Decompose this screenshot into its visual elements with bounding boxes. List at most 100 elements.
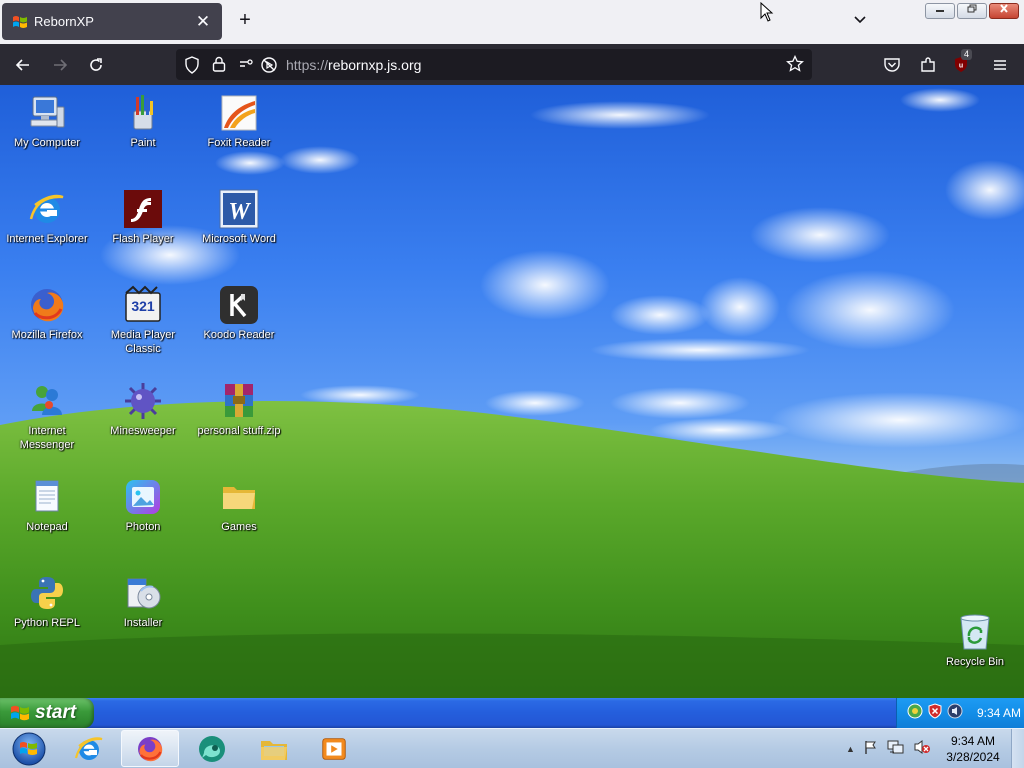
desktop-icon-flash-player[interactable]: Flash Player [100,189,186,246]
computer-icon [27,93,67,133]
tray-volume-icon[interactable] [947,703,963,724]
browser-nav-bar: https://rebornxp.js.org u 4 [0,44,1024,85]
xp-start-button[interactable]: start [0,698,94,728]
forward-button[interactable] [47,52,73,78]
folder-icon [261,740,287,760]
winrar-archive-icon [219,381,259,421]
desktop-icon-media-player-classic[interactable]: 321 Media Player Classic [100,285,186,356]
network-icon[interactable] [887,739,905,760]
desktop-icon-koodo-reader[interactable]: Koodo Reader [196,285,282,342]
browser-tab-bar: RebornXP ✕ + [0,0,1024,44]
lock-icon[interactable] [211,55,227,78]
tray-security-alert-icon[interactable] [927,702,943,724]
windows-logo-icon [12,14,28,30]
window-restore-button[interactable] [957,3,987,19]
url-bar[interactable]: https://rebornxp.js.org [176,49,812,80]
recycle-bin-icon [955,612,995,652]
desktop-icon-photon[interactable]: Photon [100,477,186,534]
win7-start-orb[interactable] [0,730,58,767]
xp-clock[interactable]: 9:34 AM [977,706,1021,720]
desktop-icon-minesweeper[interactable]: Minesweeper [100,381,186,438]
foxit-reader-icon [219,93,259,133]
start-label: start [35,702,77,723]
chat-app-icon [199,735,225,762]
taskbar-internet-explorer[interactable] [60,730,118,767]
taskbar-media-player[interactable] [305,730,363,767]
bookmark-star-icon[interactable] [786,54,804,78]
forward-arrow-icon [54,59,68,71]
win7-taskbar: ▲ 9:34 AM 3/28/2024 [0,728,1024,768]
notepad-icon [27,477,67,517]
desktop-icon-paint[interactable]: Paint [100,93,186,150]
action-center-flag-icon[interactable] [863,739,879,760]
tab-title: RebornXP [34,14,94,29]
tracking-protection-shield-icon[interactable] [184,56,200,79]
installer-icon [123,573,163,613]
pocket-icon [884,58,900,72]
taskbar-app-green[interactable] [183,730,241,767]
mouse-cursor-icon [760,1,774,27]
firefox-icon [27,285,67,325]
ublock-count-badge: 4 [961,49,973,60]
desktop-icon-internet-messenger[interactable]: Internet Messenger [4,381,90,452]
pocket-button[interactable] [879,52,905,78]
flash-player-icon [123,189,163,229]
ublock-origin-button[interactable]: u 4 [950,49,976,78]
app-menu-button[interactable] [987,52,1013,78]
url-text[interactable]: https://rebornxp.js.org [286,57,421,73]
desktop-icon-microsoft-word[interactable]: W Microsoft Word [196,189,282,246]
autoplay-blocked-icon[interactable] [260,56,278,79]
windows-orb-icon [12,732,46,765]
window-minimize-button[interactable] [925,3,955,19]
svg-text:u: u [959,63,963,70]
windows-flag-icon [11,705,29,721]
messenger-icon [27,381,67,421]
permissions-icon[interactable] [239,56,255,77]
desktop-icon-personal-stuff-zip[interactable]: personal stuff.zip [196,381,282,438]
show-hidden-icons-button[interactable]: ▲ [846,744,855,754]
xp-taskbar: start 9:34 AM [0,698,1024,728]
desktop-icon-mozilla-firefox[interactable]: Mozilla Firefox [4,285,90,342]
desktop-icon-internet-explorer[interactable]: Internet Explorer [4,189,90,246]
media-player-icon: 321 [123,285,163,325]
desktop-icon-notepad[interactable]: Notepad [4,477,90,534]
win7-date: 3/28/2024 [946,750,1000,764]
paint-icon [123,93,163,133]
tab-close-icon[interactable]: ✕ [194,12,212,32]
desktop-icon-installer[interactable]: Installer [100,573,186,630]
folder-icon [219,477,259,517]
desktop-icon-games[interactable]: Games [196,477,282,534]
internet-explorer-icon [74,736,103,760]
list-all-tabs-button[interactable] [853,12,867,28]
window-close-button[interactable] [989,3,1019,19]
back-button[interactable] [10,52,36,78]
win7-time: 9:34 AM [950,734,996,748]
xp-system-tray: 9:34 AM [896,698,1024,728]
desktop-icon-my-computer[interactable]: My Computer [4,93,90,150]
win7-clock[interactable]: 9:34 AM 3/28/2024 [940,733,1006,765]
desktop-icon-python-repl[interactable]: Python REPL [4,573,90,630]
xp-desktop[interactable]: My Computer Internet Explorer Mozilla Fi… [0,85,1024,698]
reload-button[interactable] [83,52,109,78]
internet-explorer-icon [27,189,67,229]
media-player-icon [322,737,346,760]
minesweeper-icon [123,381,163,421]
media-player-badge: 321 [131,298,155,314]
new-tab-button[interactable]: + [234,9,256,32]
volume-muted-icon[interactable] [913,739,931,760]
desktop-icon-foxit-reader[interactable]: Foxit Reader [196,93,282,150]
koodo-reader-icon [219,285,259,325]
extensions-button[interactable] [915,52,941,78]
reload-icon [90,58,102,71]
tray-network-icon[interactable] [907,703,923,724]
show-desktop-button[interactable] [1011,729,1024,768]
tab-rebornxp[interactable]: RebornXP ✕ [2,3,222,40]
svg-text:W: W [228,199,251,225]
taskbar-file-explorer[interactable] [245,730,303,767]
win7-notification-area: ▲ [840,729,931,768]
desktop-icon-recycle-bin[interactable]: Recycle Bin [932,612,1018,669]
python-icon [27,573,67,613]
photon-icon [123,477,163,517]
taskbar-firefox[interactable] [121,730,179,767]
word-icon: W [219,189,259,229]
